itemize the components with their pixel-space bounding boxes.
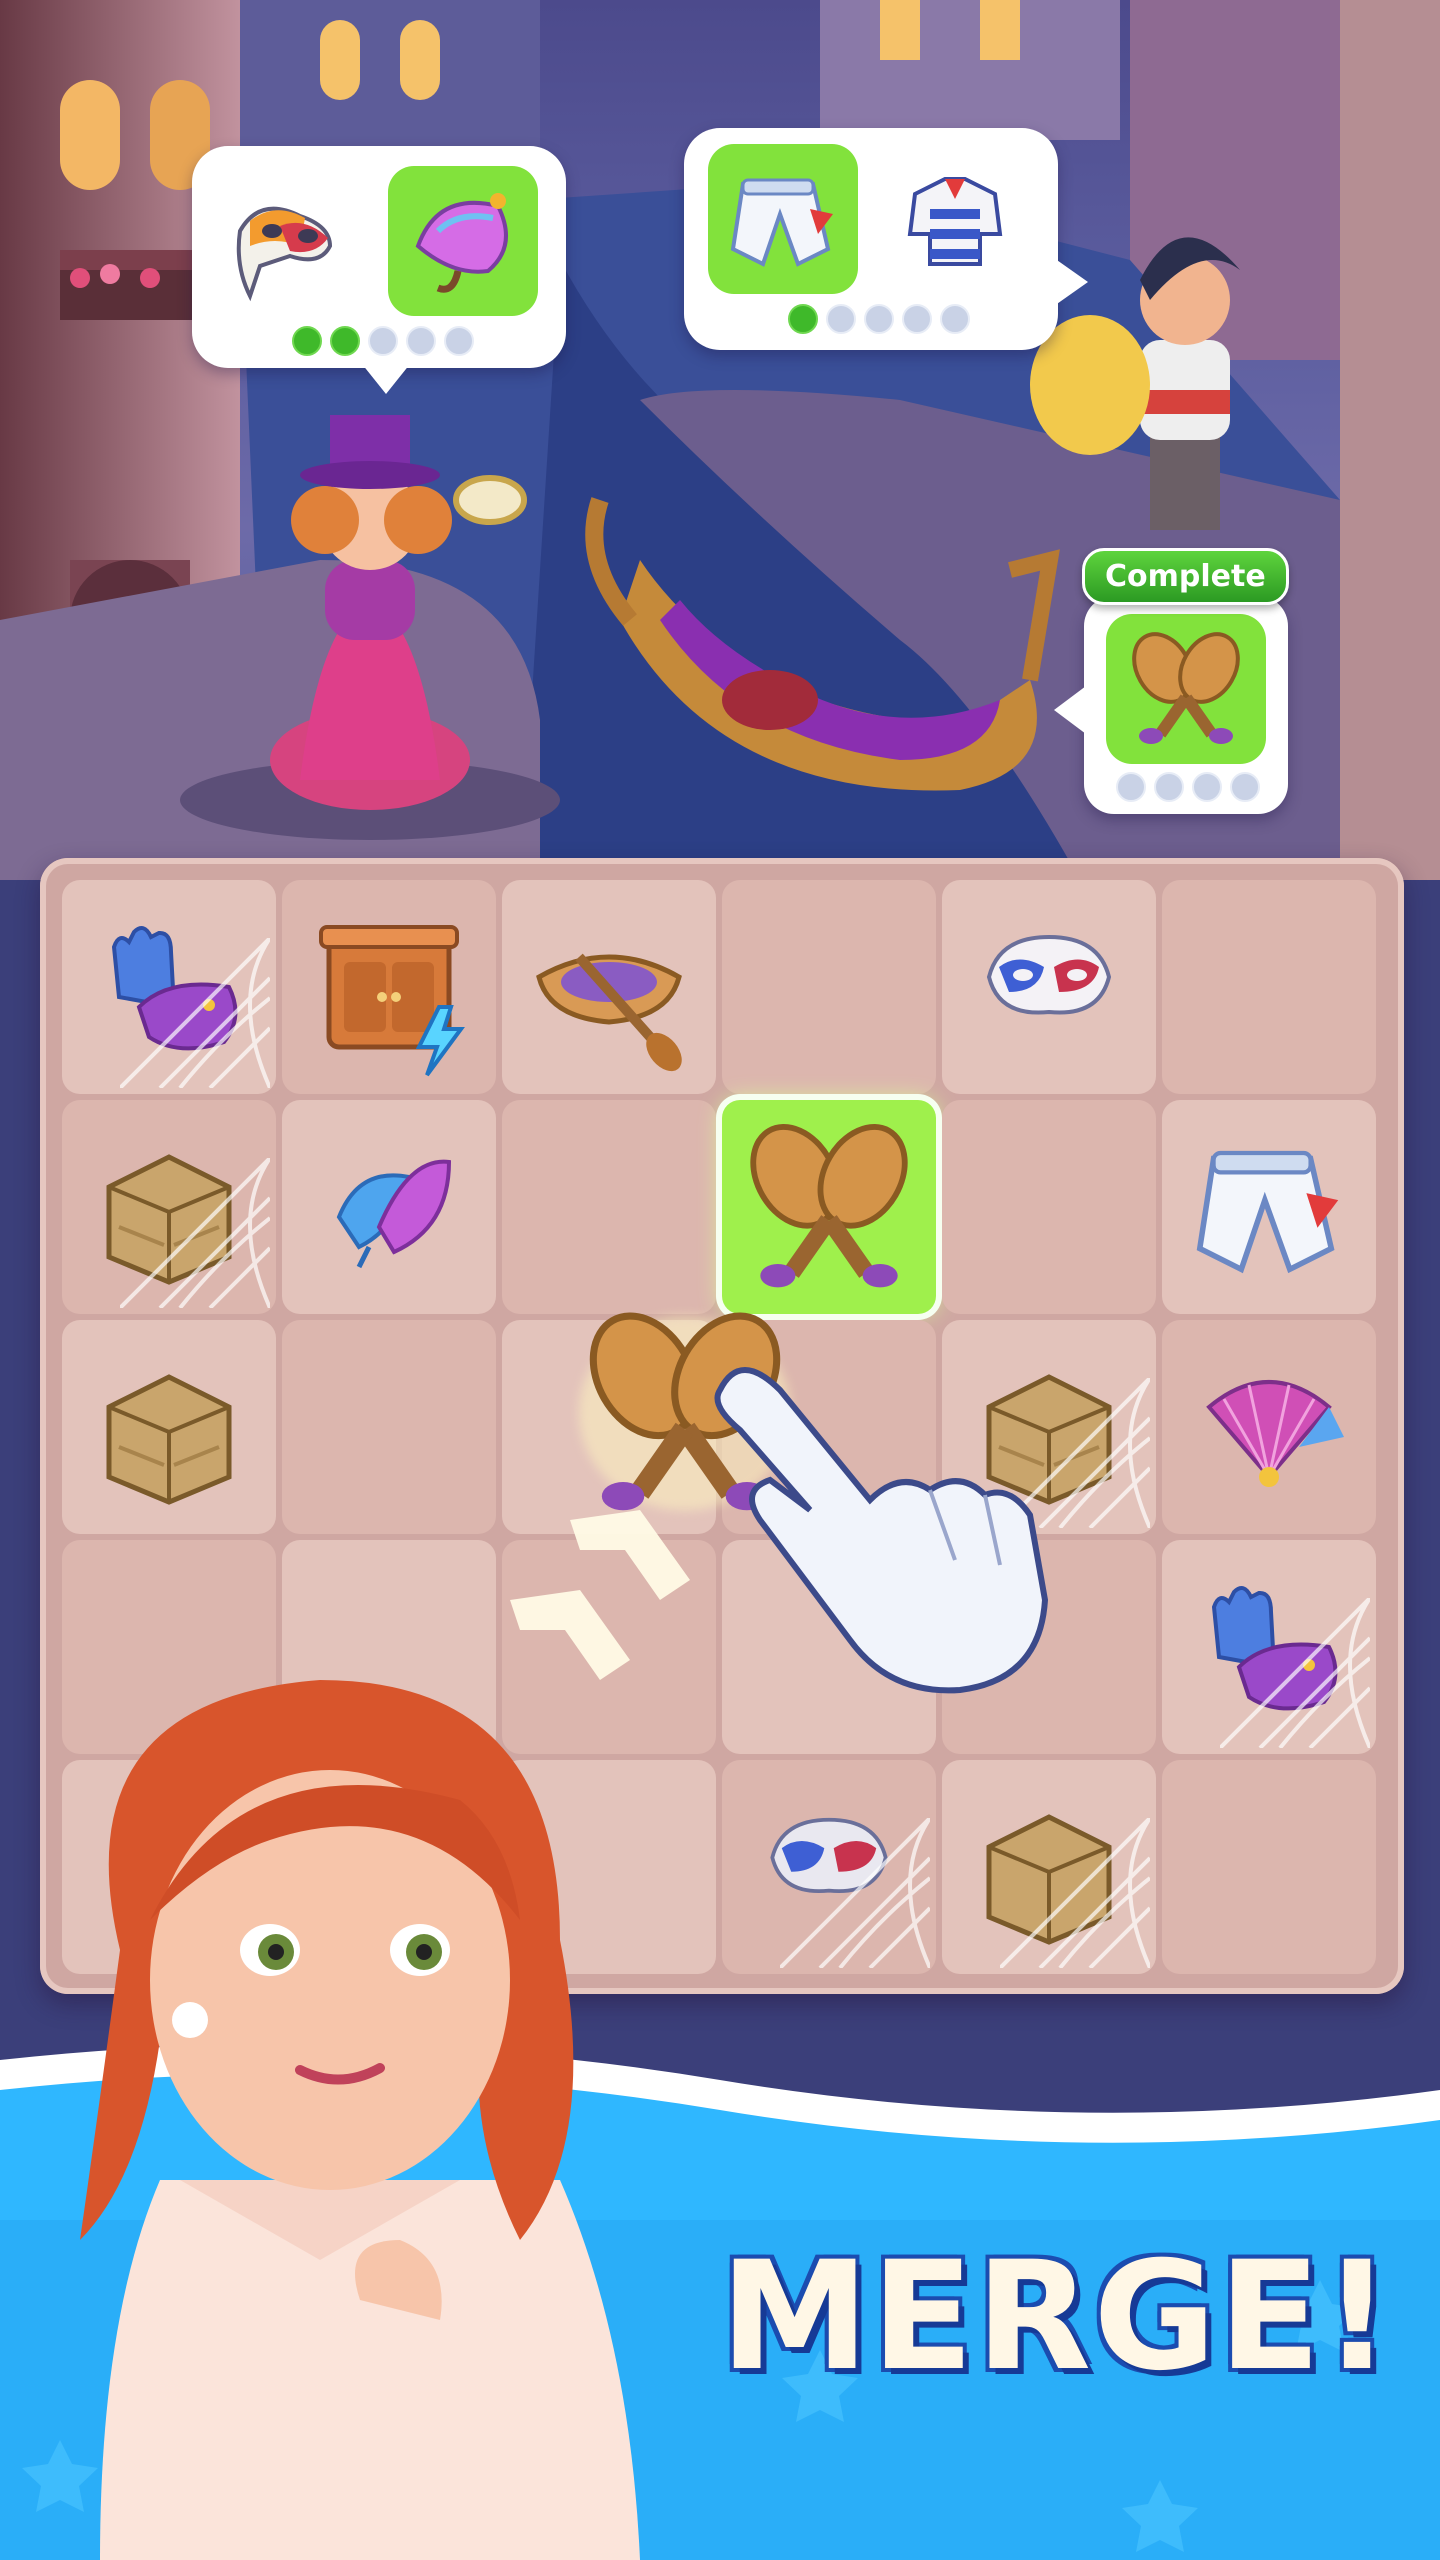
oars-icon <box>750 1124 908 1288</box>
cabinet-icon <box>319 925 465 1077</box>
board-item[interactable] <box>282 1100 496 1314</box>
order-bubble-3[interactable] <box>1054 596 1288 814</box>
progress-dot-empty <box>940 304 970 334</box>
white-pants-icon <box>1196 1150 1339 1274</box>
oars-icon <box>1132 632 1240 744</box>
board-cell[interactable] <box>722 1760 936 1974</box>
order-bubble-2[interactable] <box>684 128 1088 350</box>
order-slot <box>880 144 1030 294</box>
progress-dot-empty <box>864 304 894 334</box>
board-cell[interactable] <box>282 880 496 1094</box>
merge-banner-text: MERGE! <box>720 2230 1394 2404</box>
parasol-icon <box>415 193 508 293</box>
board-cell[interactable] <box>62 880 276 1094</box>
progress-dot-filled <box>292 326 322 356</box>
progress-dot-empty <box>1154 772 1184 802</box>
board-item[interactable] <box>282 880 496 1094</box>
progress-dot-empty <box>368 326 398 356</box>
progress-dot-filled <box>330 326 360 356</box>
board-cell[interactable] <box>282 1100 496 1314</box>
heroine-character <box>80 1680 640 2560</box>
board-cell[interactable] <box>62 1320 276 1534</box>
board-cell[interactable] <box>942 1760 1156 1974</box>
order-slot-ready <box>388 166 538 316</box>
board-cell[interactable] <box>942 880 1156 1094</box>
board-cell-empty[interactable] <box>282 1320 496 1534</box>
order-bubble-1[interactable] <box>192 146 566 394</box>
fan-icon <box>1206 1380 1344 1487</box>
progress-dot-empty <box>406 326 436 356</box>
tutorial-pointer-hand-icon <box>714 1367 1049 1694</box>
board-item[interactable] <box>722 1100 936 1314</box>
board-item[interactable] <box>942 880 1156 1094</box>
order-complete-badge[interactable]: Complete <box>1082 548 1289 605</box>
order-slot-ready <box>1106 614 1266 764</box>
cobweb-icon <box>1000 1818 1150 1968</box>
board-cell[interactable] <box>1162 1100 1376 1314</box>
order-progress <box>788 304 970 334</box>
cobweb-icon <box>1220 1598 1370 1748</box>
board-cell-empty[interactable] <box>502 1100 716 1314</box>
feather-icon <box>336 1159 452 1269</box>
board-cell-empty[interactable] <box>942 1100 1156 1314</box>
progress-dot-empty <box>1230 772 1260 802</box>
progress-dot-empty <box>826 304 856 334</box>
white-pants-icon <box>730 178 833 267</box>
board-cell-highlighted[interactable] <box>722 1100 936 1314</box>
board-item[interactable] <box>1162 1320 1376 1534</box>
order-progress <box>292 326 474 356</box>
progress-dot-empty <box>1116 772 1146 802</box>
board-cell[interactable] <box>1162 1320 1376 1534</box>
board-cell-empty[interactable] <box>1162 880 1376 1094</box>
wooden-crate-icon <box>106 1374 232 1505</box>
board-cell-empty[interactable] <box>722 880 936 1094</box>
progress-dot-empty <box>1192 772 1222 802</box>
board-cell[interactable] <box>62 1100 276 1314</box>
order-slot <box>210 166 360 316</box>
board-cell[interactable] <box>502 880 716 1094</box>
board-cell[interactable] <box>1162 1540 1376 1754</box>
board-item[interactable] <box>502 880 716 1094</box>
progress-dot-filled <box>788 304 818 334</box>
striped-shirt-icon <box>907 177 1003 266</box>
cobweb-icon <box>120 938 270 1088</box>
bubble-tail <box>1054 258 1088 306</box>
progress-dot-empty <box>902 304 932 334</box>
order-progress <box>1116 772 1260 802</box>
board-item[interactable] <box>62 1320 276 1534</box>
order-slot-ready <box>708 144 858 294</box>
bubble-tail <box>1054 686 1086 734</box>
bubble-tail <box>362 364 410 394</box>
cobweb-icon <box>120 1158 270 1308</box>
carnival-mask-icon <box>236 206 333 302</box>
cobweb-icon <box>780 1818 930 1968</box>
board-item[interactable] <box>1162 1100 1376 1314</box>
blue-red-mask-icon <box>986 934 1112 1015</box>
progress-dot-empty <box>444 326 474 356</box>
board-cell-empty[interactable] <box>1162 1760 1376 1974</box>
rowboat-icon <box>536 953 682 1072</box>
